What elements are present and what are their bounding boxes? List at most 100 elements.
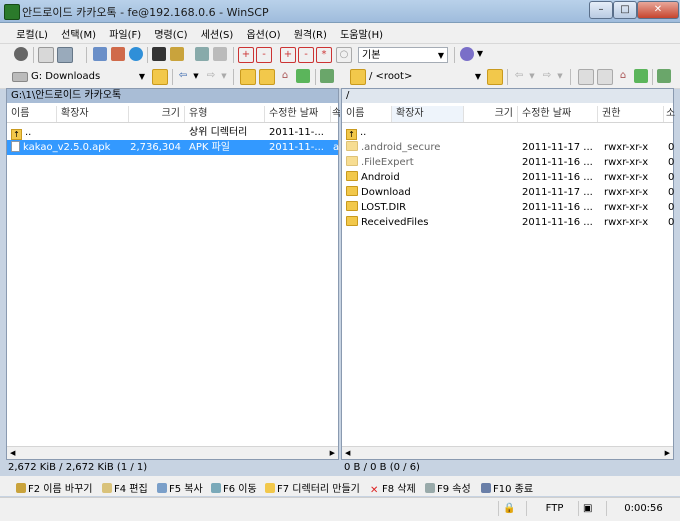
winscp-app-icon[interactable] bbox=[4, 4, 20, 20]
remote-dir-select[interactable]: / <root> ▼ bbox=[366, 69, 484, 85]
col-ext[interactable]: 확장자 bbox=[57, 106, 129, 122]
hidden-folder-icon bbox=[346, 141, 358, 151]
remote-parent-dir-icon[interactable] bbox=[578, 69, 594, 85]
file-row[interactable]: .FileExpert 2011-11-16 ... rwxr-xr-x 0 bbox=[342, 155, 674, 170]
col-name[interactable]: 이름 bbox=[7, 106, 57, 122]
remote-forward-history-icon[interactable]: ▼ bbox=[556, 69, 564, 83]
unselect-all-icon[interactable]: - bbox=[256, 47, 272, 63]
home-icon[interactable]: ⌂ bbox=[278, 69, 292, 83]
col-type[interactable]: 유형 bbox=[185, 106, 265, 122]
invert-selection-icon[interactable]: * bbox=[316, 47, 332, 63]
file-row[interactable]: ↑.. bbox=[342, 125, 673, 140]
open-session-icon[interactable] bbox=[213, 47, 227, 61]
file-owner: 0 bbox=[668, 172, 675, 183]
synchronize-icon[interactable] bbox=[57, 47, 73, 63]
open-remote-directory-icon[interactable] bbox=[487, 69, 503, 85]
col-modified[interactable]: 수정한 날짜 bbox=[518, 106, 598, 122]
transfer-settings-value: 기본 bbox=[362, 50, 381, 61]
local-drive-select[interactable]: G: Downloads ▼ bbox=[28, 69, 148, 85]
back-arrow-icon[interactable]: ⇦ bbox=[176, 69, 190, 83]
terminal-icon[interactable] bbox=[152, 47, 166, 61]
file-row[interactable]: .android_secure 2011-11-17 ... rwxr-xr-x… bbox=[342, 140, 674, 155]
console-icon[interactable] bbox=[111, 47, 125, 61]
open-directory-icon[interactable] bbox=[152, 69, 168, 85]
transfer-settings-select[interactable]: 기본 ▼ bbox=[358, 47, 448, 63]
maximize-button[interactable]: □ bbox=[613, 1, 637, 19]
menu-mark[interactable]: 선택(M) bbox=[56, 23, 101, 41]
remote-back-history-icon[interactable]: ▼ bbox=[528, 69, 536, 83]
compare-dirs-icon[interactable] bbox=[38, 47, 54, 63]
file-row[interactable]: LOST.DIR 2011-11-16 ... rwxr-xr-x 0 bbox=[342, 200, 674, 215]
refresh-local-icon[interactable] bbox=[296, 69, 310, 83]
menu-options[interactable]: 옵션(O) bbox=[241, 23, 285, 41]
clear-selection-icon[interactable]: ○ bbox=[336, 47, 352, 63]
remote-back-arrow-icon[interactable]: ⇦ bbox=[512, 69, 526, 83]
select-all-icon[interactable]: + bbox=[238, 47, 254, 63]
file-row[interactable]: Android 2011-11-16 ... rwxr-xr-x 0 bbox=[342, 170, 675, 185]
menu-session[interactable]: 세션(S) bbox=[196, 23, 239, 41]
scroll-right-icon[interactable]: ▶ bbox=[665, 447, 670, 459]
find-files-icon[interactable] bbox=[195, 47, 209, 61]
file-rights: rwxr-xr-x bbox=[604, 187, 649, 198]
remote-sync-browse-icon[interactable] bbox=[657, 69, 671, 83]
col-ext[interactable]: 확장자 bbox=[392, 106, 464, 122]
root-dir-icon[interactable] bbox=[259, 69, 275, 85]
move-button[interactable]: F6 이동 bbox=[211, 480, 257, 495]
remote-forward-arrow-icon[interactable]: ⇨ bbox=[540, 69, 554, 83]
remote-horizontal-scrollbar[interactable]: ◀ ▶ bbox=[342, 446, 673, 459]
close-button[interactable]: ✕ bbox=[637, 1, 679, 19]
delete-button[interactable]: ✕ F8 삭제 bbox=[370, 480, 416, 496]
edit-icon bbox=[102, 483, 112, 493]
menu-remote[interactable]: 원격(R) bbox=[289, 23, 332, 41]
menu-files[interactable]: 파일(F) bbox=[104, 23, 146, 41]
file-row[interactable]: ReceivedFiles 2011-11-16 ... rwxr-xr-x 0 bbox=[342, 215, 674, 230]
scroll-right-icon[interactable]: ▶ bbox=[330, 447, 335, 459]
dropdown-arrow-icon[interactable]: ▼ bbox=[476, 47, 484, 61]
transfer-options-icon[interactable] bbox=[460, 47, 474, 61]
col-attr[interactable]: 속 bbox=[331, 106, 340, 122]
col-rights[interactable]: 권한 bbox=[598, 106, 664, 122]
copy-button[interactable]: F5 복사 bbox=[157, 480, 203, 495]
local-horizontal-scrollbar[interactable]: ◀ ▶ bbox=[7, 446, 338, 459]
col-size[interactable]: 크기 bbox=[464, 106, 518, 122]
refresh-remote-icon[interactable] bbox=[634, 69, 648, 83]
rename-label: F2 이름 바꾸기 bbox=[28, 484, 93, 495]
select-files-icon[interactable]: + bbox=[280, 47, 296, 63]
putty-icon[interactable] bbox=[170, 47, 184, 61]
file-rights: rwxr-xr-x bbox=[604, 172, 649, 183]
col-owner[interactable]: 소 bbox=[664, 106, 675, 122]
queue-icon[interactable] bbox=[93, 47, 107, 61]
quit-button[interactable]: F10 종료 bbox=[481, 480, 533, 495]
edit-button[interactable]: F4 편집 bbox=[102, 480, 148, 495]
forward-arrow-icon[interactable]: ⇨ bbox=[204, 69, 218, 83]
file-row[interactable]: Download 2011-11-17 ... rwxr-xr-x 0 bbox=[342, 185, 674, 200]
rename-button[interactable]: F2 이름 바꾸기 bbox=[16, 480, 92, 495]
scroll-left-icon[interactable]: ◀ bbox=[10, 447, 15, 459]
parent-dir-icon[interactable] bbox=[240, 69, 256, 85]
back-history-icon[interactable]: ▼ bbox=[192, 69, 200, 83]
menu-help[interactable]: 도움말(H) bbox=[335, 23, 388, 41]
parent-dir-icon: ↑ bbox=[11, 129, 22, 140]
col-size[interactable]: 크기 bbox=[129, 106, 185, 122]
create-directory-button[interactable]: F7 디렉터리 만들기 bbox=[265, 480, 360, 495]
minimize-button[interactable]: – bbox=[589, 1, 613, 19]
remote-home-icon[interactable]: ⌂ bbox=[616, 69, 630, 83]
menu-local[interactable]: 로컬(L) bbox=[11, 23, 53, 41]
col-name[interactable]: 이름 bbox=[342, 106, 392, 122]
preferences-gear-icon[interactable] bbox=[14, 47, 28, 61]
delete-x-icon: ✕ bbox=[370, 485, 379, 496]
menu-commands[interactable]: 명령(C) bbox=[149, 23, 192, 41]
remote-root-dir-icon[interactable] bbox=[597, 69, 613, 85]
title-bar[interactable]: 안드로이드 카카오톡 - fe@192.168.0.6 - WinSCP – □… bbox=[0, 0, 680, 23]
remote-column-header: 이름 확장자 크기 수정한 날짜 권한 소 bbox=[342, 106, 675, 123]
forward-history-icon[interactable]: ▼ bbox=[220, 69, 228, 83]
properties-button[interactable]: F9 속성 bbox=[425, 480, 471, 495]
file-type: 상위 디렉터리 bbox=[189, 127, 248, 138]
refresh-icon[interactable] bbox=[129, 47, 143, 61]
scroll-left-icon[interactable]: ◀ bbox=[345, 447, 350, 459]
unselect-files-icon[interactable]: - bbox=[298, 47, 314, 63]
col-modified[interactable]: 수정한 날짜 bbox=[265, 106, 331, 122]
sync-browse-icon[interactable] bbox=[320, 69, 334, 83]
file-row-selected[interactable]: kakao_v2.5.0.apk 2,736,304 APK 파일 2011-1… bbox=[7, 140, 339, 155]
file-row[interactable]: ↑.. 상위 디렉터리 2011-11-... bbox=[7, 125, 338, 140]
